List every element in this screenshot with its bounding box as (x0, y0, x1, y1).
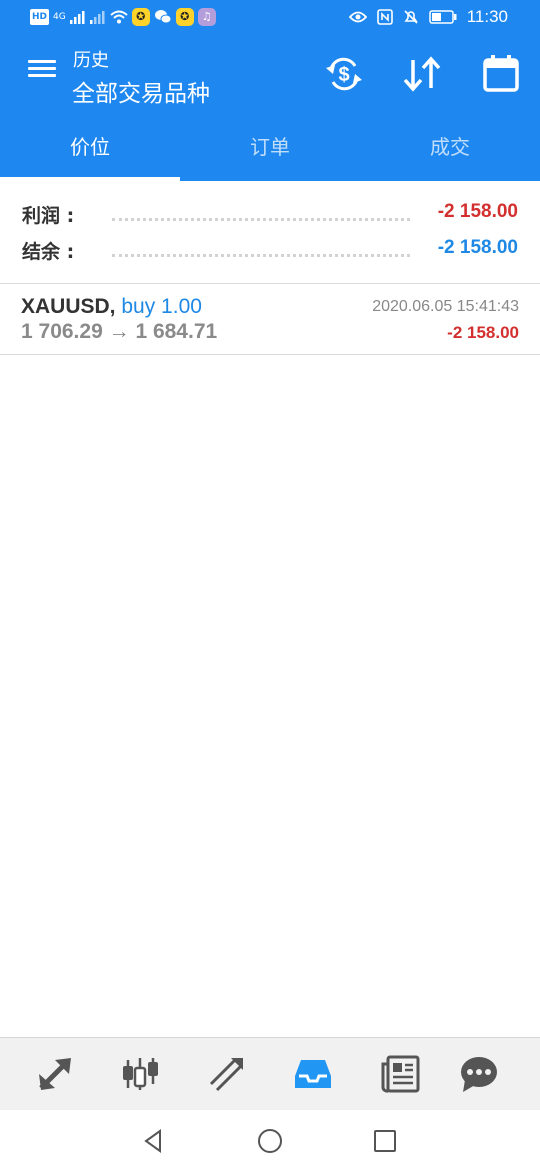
trade-symbol-line: XAUUSD, buy 1.00 (21, 295, 202, 319)
profit-value: -2 158.00 (437, 201, 518, 222)
hd-badge: HD (30, 9, 50, 25)
divider (0, 354, 540, 355)
svg-text:$: $ (338, 64, 349, 86)
wifi-icon (110, 10, 128, 24)
signal-icon (69, 11, 85, 24)
chart-icon[interactable] (120, 1054, 160, 1094)
balance-value: -2 158.00 (437, 237, 518, 258)
quotes-icon[interactable] (35, 1054, 75, 1094)
battery-icon (428, 10, 457, 24)
history-icon[interactable] (293, 1054, 333, 1094)
open-price: 1 706.29 (21, 320, 103, 343)
tab-orders[interactable]: 订单 (180, 128, 360, 181)
trade-side: buy 1.00 (121, 295, 202, 318)
trade-prices: 1 706.29 → 1 684.71 (21, 320, 217, 344)
balance-label: 结余 : (22, 241, 75, 263)
profit-label: 利润 : (22, 205, 75, 227)
sort-icon[interactable] (400, 54, 444, 94)
news-icon[interactable] (380, 1054, 420, 1094)
calendar-icon[interactable] (479, 54, 523, 94)
app-notification-2-icon: ✪ (175, 8, 194, 26)
page-title[interactable]: 全部交易品种 (72, 74, 210, 108)
dotted-leader (112, 218, 410, 221)
network-type: 4G (53, 12, 66, 22)
dotted-leader (112, 254, 410, 257)
trade-symbol: XAUUSD, (21, 295, 116, 318)
system-navigation (0, 1110, 540, 1170)
app-header: HD 4G ✪ ✪ ♫ 11:30 历史 全部交易品种 $ 价位 订单 成交 (0, 0, 540, 181)
home-icon[interactable] (256, 1127, 284, 1155)
eye-icon (348, 11, 367, 23)
status-bar: HD 4G ✪ ✪ ♫ 11:30 (0, 0, 540, 36)
app-notification-icon: ✪ (131, 8, 150, 26)
trade-icon[interactable] (207, 1054, 247, 1094)
arrow-right-icon: → (108, 320, 130, 343)
signal-2-icon (89, 11, 105, 24)
tab-positions[interactable]: 价位 (0, 128, 180, 181)
tab-bar: 价位 订单 成交 (0, 128, 540, 181)
menu-icon[interactable] (22, 56, 62, 92)
profit-row: 利润 : -2 158.00 (0, 197, 540, 233)
bottom-navigation (0, 1037, 540, 1110)
active-tab-indicator (0, 177, 180, 181)
status-left: HD 4G ✪ ✪ ♫ (30, 8, 216, 26)
back-icon[interactable] (140, 1127, 168, 1155)
tab-deals[interactable]: 成交 (360, 128, 540, 181)
close-price: 1 684.71 (135, 320, 218, 343)
status-right: 11:30 (348, 7, 508, 27)
music-app-icon: ♫ (197, 8, 216, 26)
trade-row[interactable]: XAUUSD, buy 1.00 1 706.29 → 1 684.71 202… (0, 284, 540, 354)
page-subtitle: 历史 (73, 50, 109, 71)
dollar-refresh-icon[interactable]: $ (322, 54, 366, 94)
balance-row: 结余 : -2 158.00 (0, 233, 540, 269)
status-time: 11:30 (466, 7, 508, 26)
recents-icon[interactable] (371, 1127, 399, 1155)
trade-time: 2020.06.05 15:41:43 (372, 298, 519, 315)
wechat-icon (154, 10, 172, 24)
nfc-icon (376, 9, 393, 25)
trade-profit: -2 158.00 (447, 323, 519, 342)
chat-icon[interactable] (459, 1054, 499, 1094)
mute-icon (404, 10, 418, 24)
toolbar: 历史 全部交易品种 $ (0, 40, 540, 110)
